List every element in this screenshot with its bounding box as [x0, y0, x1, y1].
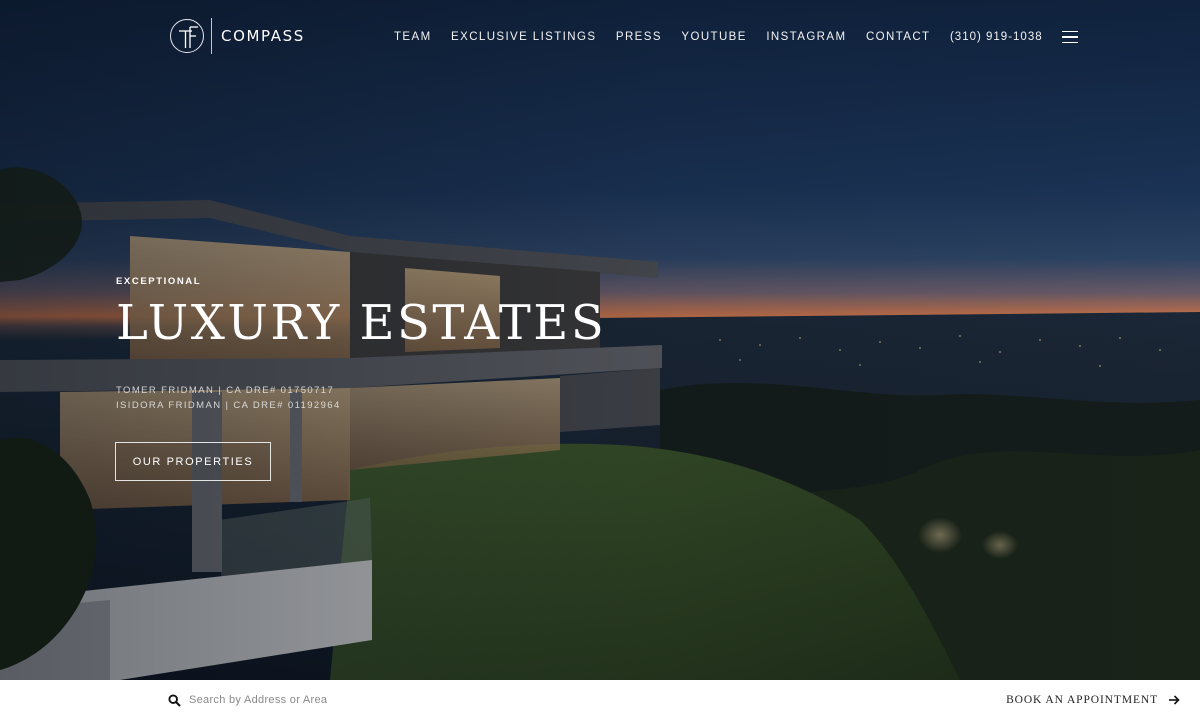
- arrow-right-icon: [1169, 695, 1180, 705]
- nav-item-exclusive-listings[interactable]: EXCLUSIVE LISTINGS: [451, 31, 596, 43]
- nav-phone-link[interactable]: (310) 919-1038: [950, 31, 1043, 43]
- nav-item-press[interactable]: PRESS: [616, 31, 662, 43]
- hero-headline: LUXURY ESTATES: [116, 295, 607, 351]
- nav-item-contact[interactable]: CONTACT: [866, 31, 931, 43]
- bottom-bar: BOOK AN APPOINTMENT: [0, 680, 1200, 720]
- agent-license-tomer: TOMER FRIDMAN | CA DRE# 01750717: [116, 385, 335, 396]
- logo-divider: [211, 18, 212, 54]
- search-input[interactable]: [189, 694, 489, 706]
- our-properties-button[interactable]: OUR PROPERTIES: [115, 442, 271, 481]
- hamburger-menu-icon[interactable]: [1061, 30, 1078, 44]
- hero-eyebrow: EXCEPTIONAL: [116, 276, 202, 287]
- search-icon[interactable]: [168, 693, 181, 707]
- tf-monogram-icon: [170, 19, 204, 53]
- nav-item-team[interactable]: TEAM: [394, 31, 432, 43]
- search-bar: [168, 691, 489, 709]
- nav-item-youtube[interactable]: YOUTUBE: [681, 31, 746, 43]
- book-appointment-button[interactable]: BOOK AN APPOINTMENT: [1006, 691, 1180, 709]
- agent-license-isidora: ISIDORA FRIDMAN | CA DRE# 01192964: [116, 400, 341, 411]
- site-logo[interactable]: COMPASS: [170, 18, 305, 54]
- brand-name: COMPASS: [221, 27, 305, 45]
- main-nav: TEAM EXCLUSIVE LISTINGS PRESS YOUTUBE IN…: [394, 29, 1078, 45]
- nav-item-instagram[interactable]: INSTAGRAM: [766, 31, 846, 43]
- site-header: COMPASS TEAM EXCLUSIVE LISTINGS PRESS YO…: [0, 0, 1200, 72]
- book-appointment-label: BOOK AN APPOINTMENT: [1006, 694, 1158, 706]
